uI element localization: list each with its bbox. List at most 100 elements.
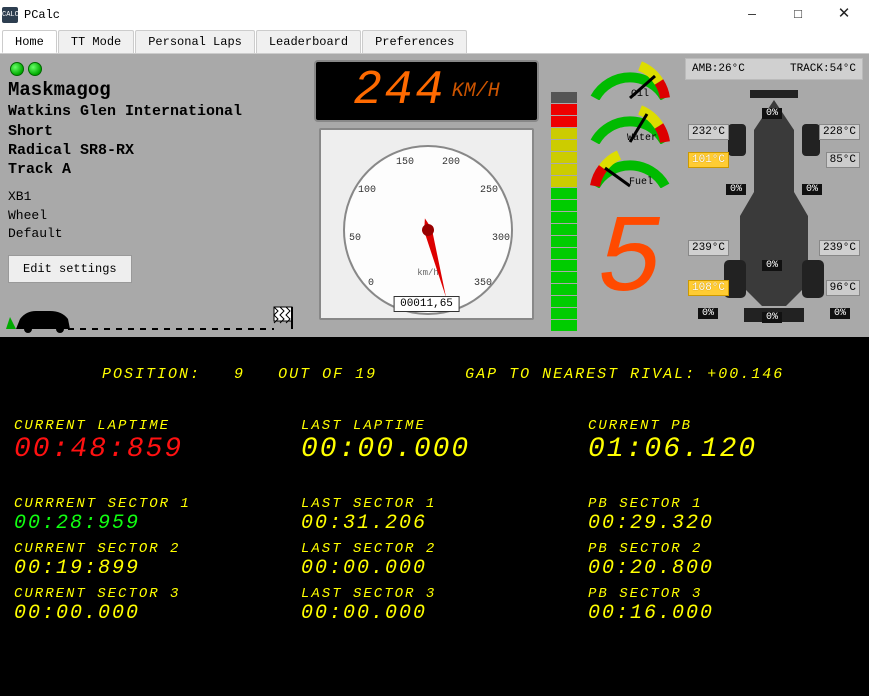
pb-sector-2: PB SECTOR 2 00:20.800 xyxy=(588,541,855,580)
digital-speed: 244 KM/H xyxy=(314,60,539,122)
rev-bar-cell xyxy=(551,296,577,307)
rev-bar-cell xyxy=(551,152,577,163)
rev-bar-cell xyxy=(551,248,577,259)
tyre-temp-fl: 101°C xyxy=(688,152,729,168)
rev-and-fluids-panel: Oil Water Fuel 5 xyxy=(549,54,679,337)
rev-bar-cell xyxy=(551,176,577,187)
brake-temp-rr: 239°C xyxy=(819,240,860,256)
window-close-button[interactable]: ✕ xyxy=(821,0,867,30)
rev-bar-cell xyxy=(551,188,577,199)
rev-bar-cell xyxy=(551,128,577,139)
edit-settings-button[interactable]: Edit settings xyxy=(8,255,132,283)
env-temps: AMB:26°C TRACK:54°C xyxy=(685,58,863,80)
tab-leaderboard[interactable]: Leaderboard xyxy=(256,30,361,53)
platform: XB1 xyxy=(8,189,296,206)
tab-home[interactable]: Home xyxy=(2,30,57,53)
window-titlebar: CALC PCalc ― □ ✕ xyxy=(0,0,869,30)
timing-panel: POSITION: 9 OUT OF 19 GAP TO NEAREST RIV… xyxy=(0,337,869,696)
car-name: Radical SR8-RX xyxy=(8,141,296,160)
oil-label: Oil xyxy=(631,89,649,100)
dashboard-upper: Maskmagog Watkins Glen International Sho… xyxy=(0,54,869,337)
window-maximize-button[interactable]: □ xyxy=(775,0,821,30)
last-laptime: LAST LAPTIME 00:00.000 xyxy=(301,418,568,466)
rev-bar-cell xyxy=(551,284,577,295)
odometer: 00011,65 xyxy=(393,296,460,312)
wear-pct-rear: 0% xyxy=(762,312,782,323)
led-1 xyxy=(10,62,24,76)
rev-bar-cell xyxy=(551,200,577,211)
track-name: Watkins Glen International Short xyxy=(8,102,296,140)
rev-bar-cell xyxy=(551,236,577,247)
tyre-temp-rl: 108°C xyxy=(688,280,729,296)
wear-pct-rl: 0% xyxy=(698,308,718,319)
rev-bar xyxy=(551,60,577,331)
tab-tt-mode[interactable]: TT Mode xyxy=(58,30,134,53)
gap-rival-status: GAP TO NEAREST RIVAL: +00.146 xyxy=(377,349,784,400)
session-info-panel: Maskmagog Watkins Glen International Sho… xyxy=(0,54,304,337)
svg-text:200: 200 xyxy=(442,157,460,168)
wear-pct-fr: 0% xyxy=(802,184,822,195)
tyre-temp-panel: AMB:26°C TRACK:54°C 232°C xyxy=(679,54,869,337)
wear-pct-mid: 0% xyxy=(762,260,782,271)
tyre-temp-fr: 85°C xyxy=(826,152,860,168)
last-sector-2: LAST SECTOR 2 00:00.000 xyxy=(301,541,568,580)
gear-display: 5 xyxy=(583,192,677,331)
current-sector-3: CURRENT SECTOR 3 00:00.000 xyxy=(14,586,281,625)
brake-temp-fr: 228°C xyxy=(819,124,860,140)
rev-bar-cell xyxy=(551,92,577,103)
rev-bar-cell xyxy=(551,260,577,271)
pb-sector-3: PB SECTOR 3 00:16.000 xyxy=(588,586,855,625)
wear-pct-rr: 0% xyxy=(830,308,850,319)
current-sector-2: CURRENT SECTOR 2 00:19:899 xyxy=(14,541,281,580)
gear-value: 5 xyxy=(597,212,663,311)
car-diagram: 232°C 228°C 101°C 85°C 239°C 239°C 108°C… xyxy=(690,84,858,328)
dial-unit: km/h xyxy=(417,268,439,278)
svg-text:100: 100 xyxy=(358,185,376,196)
fuel-label: Fuel xyxy=(629,177,653,188)
svg-text:50: 50 xyxy=(349,233,361,244)
current-sector-1: CURRRENT SECTOR 1 00:28:959 xyxy=(14,496,281,535)
track-variant: Track A xyxy=(8,160,296,179)
status-leds xyxy=(8,62,296,76)
rev-bar-cell xyxy=(551,116,577,127)
water-gauge: Water xyxy=(583,104,677,144)
last-sector-3: LAST SECTOR 3 00:00.000 xyxy=(301,586,568,625)
car-silhouette-icon xyxy=(6,299,296,333)
position-status: POSITION: 9 OUT OF 19 xyxy=(14,349,377,400)
brake-temp-fl: 232°C xyxy=(688,124,729,140)
tab-personal-laps[interactable]: Personal Laps xyxy=(135,30,255,53)
analog-speedo: 0 50 100 150 200 250 300 350 km/h xyxy=(319,128,534,320)
rev-bar-cell xyxy=(551,308,577,319)
tab-strip: Home TT Mode Personal Laps Leaderboard P… xyxy=(0,30,869,54)
water-label: Water xyxy=(627,133,657,144)
rev-bar-cell xyxy=(551,140,577,151)
tab-preferences[interactable]: Preferences xyxy=(362,30,467,53)
rev-bar-cell xyxy=(551,104,577,115)
pb-sector-1: PB SECTOR 1 00:29.320 xyxy=(588,496,855,535)
svg-text:150: 150 xyxy=(396,157,414,168)
driver-name: Maskmagog xyxy=(8,78,296,102)
speed-unit: KM/H xyxy=(452,80,500,103)
svg-text:0: 0 xyxy=(368,278,374,289)
wear-pct-fl: 0% xyxy=(726,184,746,195)
led-2 xyxy=(28,62,42,76)
status-row: POSITION: 9 OUT OF 19 GAP TO NEAREST RIV… xyxy=(14,349,855,400)
rev-bar-cell xyxy=(551,212,577,223)
setup-name: Default xyxy=(8,226,296,243)
brake-temp-rl: 239°C xyxy=(688,240,729,256)
last-sector-1: LAST SECTOR 1 00:31.206 xyxy=(301,496,568,535)
rev-bar-cell xyxy=(551,224,577,235)
svg-text:300: 300 xyxy=(492,233,510,244)
wear-pct-nose: 0% xyxy=(762,108,782,119)
rev-bar-cell xyxy=(551,272,577,283)
svg-text:350: 350 xyxy=(474,278,492,289)
input-device: Wheel xyxy=(8,208,296,225)
window-minimize-button[interactable]: ― xyxy=(729,0,775,30)
rev-bar-cell xyxy=(551,164,577,175)
app-icon: CALC xyxy=(2,7,18,23)
fuel-gauge: Fuel xyxy=(583,148,677,188)
current-pb: CURRENT PB 01:06.120 xyxy=(588,418,855,466)
svg-text:250: 250 xyxy=(480,185,498,196)
gap-wr-status: GAP TO WR: +02.682 xyxy=(784,349,869,400)
rev-bar-cell xyxy=(551,320,577,331)
